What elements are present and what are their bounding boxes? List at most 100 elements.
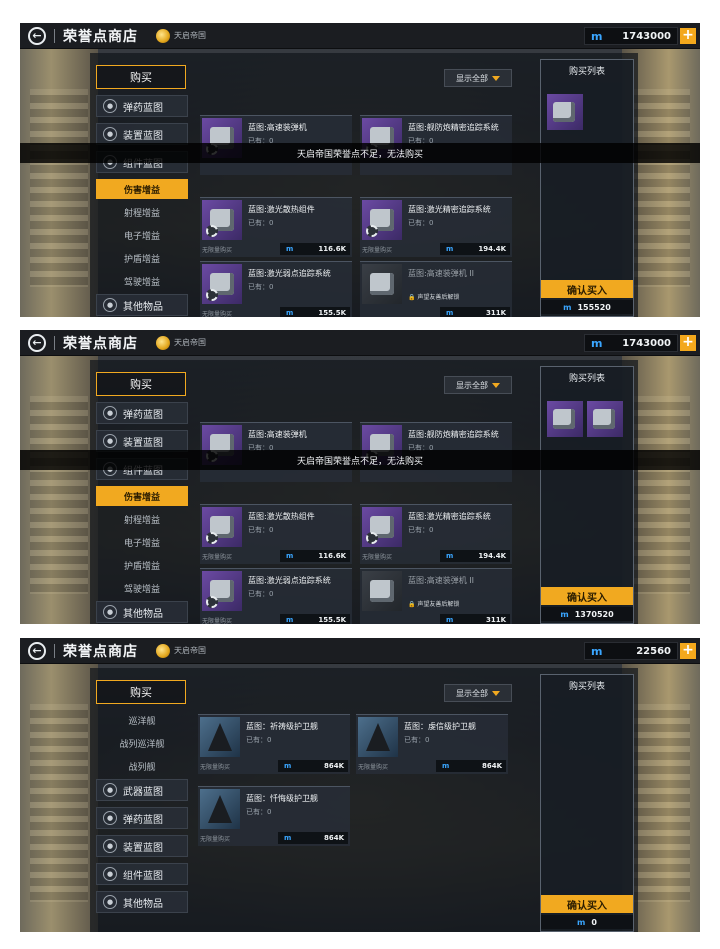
item-name: 蓝图:激光散热组件	[248, 205, 315, 214]
cart-item[interactable]	[587, 401, 623, 437]
subcategory-shield[interactable]: 护盾增益	[96, 248, 188, 268]
item-card[interactable]: 蓝图：祈祷级护卫舰 已有：0 无限量购买 m 864K	[198, 714, 350, 774]
title-divider	[54, 28, 55, 43]
confirm-buy-button[interactable]: 确认买入	[541, 587, 633, 605]
buy-tab[interactable]: 购买	[96, 65, 186, 89]
item-card[interactable]: 蓝图:激光弱点追踪系统 已有：0 无限量购买 m 155.5K	[200, 568, 352, 624]
item-card[interactable]: 蓝图：虔信级护卫舰 已有：0 无限量购买 m 864K	[356, 714, 508, 774]
item-name: 蓝图:高速装弹机	[248, 123, 307, 132]
gear-icon	[206, 289, 218, 301]
confirm-buy-button[interactable]: 确认买入	[541, 280, 633, 298]
item-card[interactable]: 蓝图:激光散热组件 已有：0 无限量购买 m 116.6K	[200, 197, 352, 257]
cart-total: m 1370520	[541, 607, 633, 621]
item-price: m 116.6K	[280, 550, 350, 562]
category-ammo-blueprint[interactable]: ● 弹药蓝图	[96, 807, 188, 829]
price-value: 311K	[485, 616, 506, 624]
purchase-limit: 无限量购买	[202, 554, 233, 561]
subcategory-electronic[interactable]: 电子增益	[96, 225, 188, 245]
category-icon: ●	[103, 605, 117, 619]
category-ammo-blueprint[interactable]: ● 弹药蓝图	[96, 95, 188, 117]
gear-icon	[206, 596, 218, 608]
chevron-down-icon	[492, 382, 500, 388]
category-device-blueprint[interactable]: ● 装置蓝图	[96, 430, 188, 452]
cart-item[interactable]	[547, 401, 583, 437]
category-other-items[interactable]: ● 其他物品	[96, 601, 188, 623]
insufficient-points-banner: 天启帝国荣誉点不足，无法购买	[20, 450, 700, 470]
item-card[interactable]: 蓝图:激光精密追踪系统 已有：0 无限量购买 m 194.4K	[360, 504, 512, 564]
subcategory-range[interactable]: 射程增益	[96, 509, 188, 529]
filter-dropdown[interactable]: 显示全部	[444, 684, 512, 702]
item-thumbnail	[358, 717, 398, 757]
purchase-limit: 无限量购买	[200, 836, 231, 843]
item-thumbnail	[202, 200, 242, 240]
add-currency-button[interactable]: +	[680, 643, 696, 659]
add-currency-button[interactable]: +	[680, 335, 696, 351]
category-icon: ●	[103, 783, 117, 797]
back-button[interactable]: ←	[28, 333, 46, 352]
category-icon: ●	[103, 99, 117, 113]
subcategory-electronic[interactable]: 电子增益	[96, 532, 188, 552]
subcategory-shield[interactable]: 护盾增益	[96, 555, 188, 575]
category-label: 其他物品	[123, 898, 163, 910]
category-device-blueprint[interactable]: ● 装置蓝图	[96, 835, 188, 857]
filter-label: 显示全部	[456, 688, 488, 698]
faction-name: 天启帝国	[174, 31, 206, 40]
item-card[interactable]: 蓝图:激光精密追踪系统 已有：0 无限量购买 m 194.4K	[360, 197, 512, 257]
cart-items	[547, 94, 583, 130]
category-label: 弹药蓝图	[123, 814, 163, 826]
item-card[interactable]: 蓝图：忏悔级护卫舰 已有：0 无限量购买 m 864K	[198, 786, 350, 846]
page-title: 荣誉点商店	[63, 643, 138, 660]
category-device-blueprint[interactable]: ● 装置蓝图	[96, 123, 188, 145]
subcategory-cruiser[interactable]: 巡洋舰	[96, 710, 188, 730]
category-component-blueprint[interactable]: ● 组件蓝图	[96, 863, 188, 885]
subcategory-piloting[interactable]: 驾驶增益	[96, 578, 188, 598]
honor-currency-icon: m	[560, 609, 569, 619]
frigate-ship-icon	[366, 723, 390, 751]
item-owned: 已有：0	[248, 590, 274, 598]
category-other-items[interactable]: ● 其他物品	[96, 891, 188, 913]
category-weapon-blueprint[interactable]: ● 武器蓝图	[96, 779, 188, 801]
item-card[interactable]: 蓝图:激光散热组件 已有：0 无限量购买 m 116.6K	[200, 504, 352, 564]
category-other-items[interactable]: ● 其他物品	[96, 294, 188, 316]
item-card-locked[interactable]: 蓝图:高速装弹机 II 🔒 声望友善后解锁 m 311K	[360, 568, 512, 624]
currency-balance: 1743000	[622, 30, 671, 42]
item-thumbnail	[202, 507, 242, 547]
category-label: 弹药蓝图	[123, 102, 163, 114]
subcategory-battleship[interactable]: 战列舰	[96, 756, 188, 776]
purchase-limit: 无限量购买	[202, 618, 233, 624]
item-price: m 194.4K	[440, 243, 510, 255]
item-name: 蓝图：虔信级护卫舰	[404, 722, 476, 731]
add-currency-button[interactable]: +	[680, 28, 696, 44]
filter-dropdown[interactable]: 显示全部	[444, 376, 512, 394]
item-price: m 311K	[440, 307, 510, 317]
currency-display: m 22560	[584, 642, 678, 660]
back-button[interactable]: ←	[28, 641, 46, 660]
item-card[interactable]: 蓝图:激光弱点追踪系统 已有：0 无限量购买 m 155.5K	[200, 261, 352, 317]
confirm-buy-button[interactable]: 确认买入	[541, 895, 633, 913]
item-owned: 已有：0	[404, 736, 430, 744]
top-bar: ← 荣誉点商店 天启帝国 m 1743000 +	[20, 330, 700, 356]
top-bar: ← 荣誉点商店 天启帝国 m 22560 +	[20, 638, 700, 664]
subcategory-range[interactable]: 射程增益	[96, 202, 188, 222]
buy-tab[interactable]: 购买	[96, 372, 186, 396]
subcategory-battlecruiser[interactable]: 战列巡洋舰	[96, 733, 188, 753]
filter-dropdown[interactable]: 显示全部	[444, 69, 512, 87]
back-arrow-icon: ←	[32, 29, 42, 42]
category-icon: ●	[103, 406, 117, 420]
buy-tab[interactable]: 购买	[96, 680, 186, 704]
subcategory-piloting[interactable]: 驾驶增益	[96, 271, 188, 291]
subcategory-damage[interactable]: 伤害增益	[96, 486, 188, 506]
category-sidebar: ●弹药蓝图 ●装置蓝图 ●组件蓝图 伤害增益 射程增益 电子增益 护盾增益 驾驶…	[96, 95, 188, 317]
shop-screen-1: ← 荣誉点商店 天启帝国 m 1743000 + 购买 显示全部 ● 弹药蓝图 ●…	[20, 23, 700, 317]
blueprint-module-icon	[370, 580, 394, 602]
category-icon: ●	[103, 895, 117, 909]
item-card-locked[interactable]: 蓝图:高速装弹机 II 🔒 声望友善后解锁 m 311K	[360, 261, 512, 317]
item-name: 蓝图:高速装弹机 II	[408, 269, 474, 278]
subcategory-damage[interactable]: 伤害增益	[96, 179, 188, 199]
chevron-down-icon	[492, 75, 500, 81]
item-price: m 116.6K	[280, 243, 350, 255]
cart-item[interactable]	[547, 94, 583, 130]
blueprint-module-icon	[553, 102, 575, 122]
category-ammo-blueprint[interactable]: ● 弹药蓝图	[96, 402, 188, 424]
back-button[interactable]: ←	[28, 26, 46, 45]
